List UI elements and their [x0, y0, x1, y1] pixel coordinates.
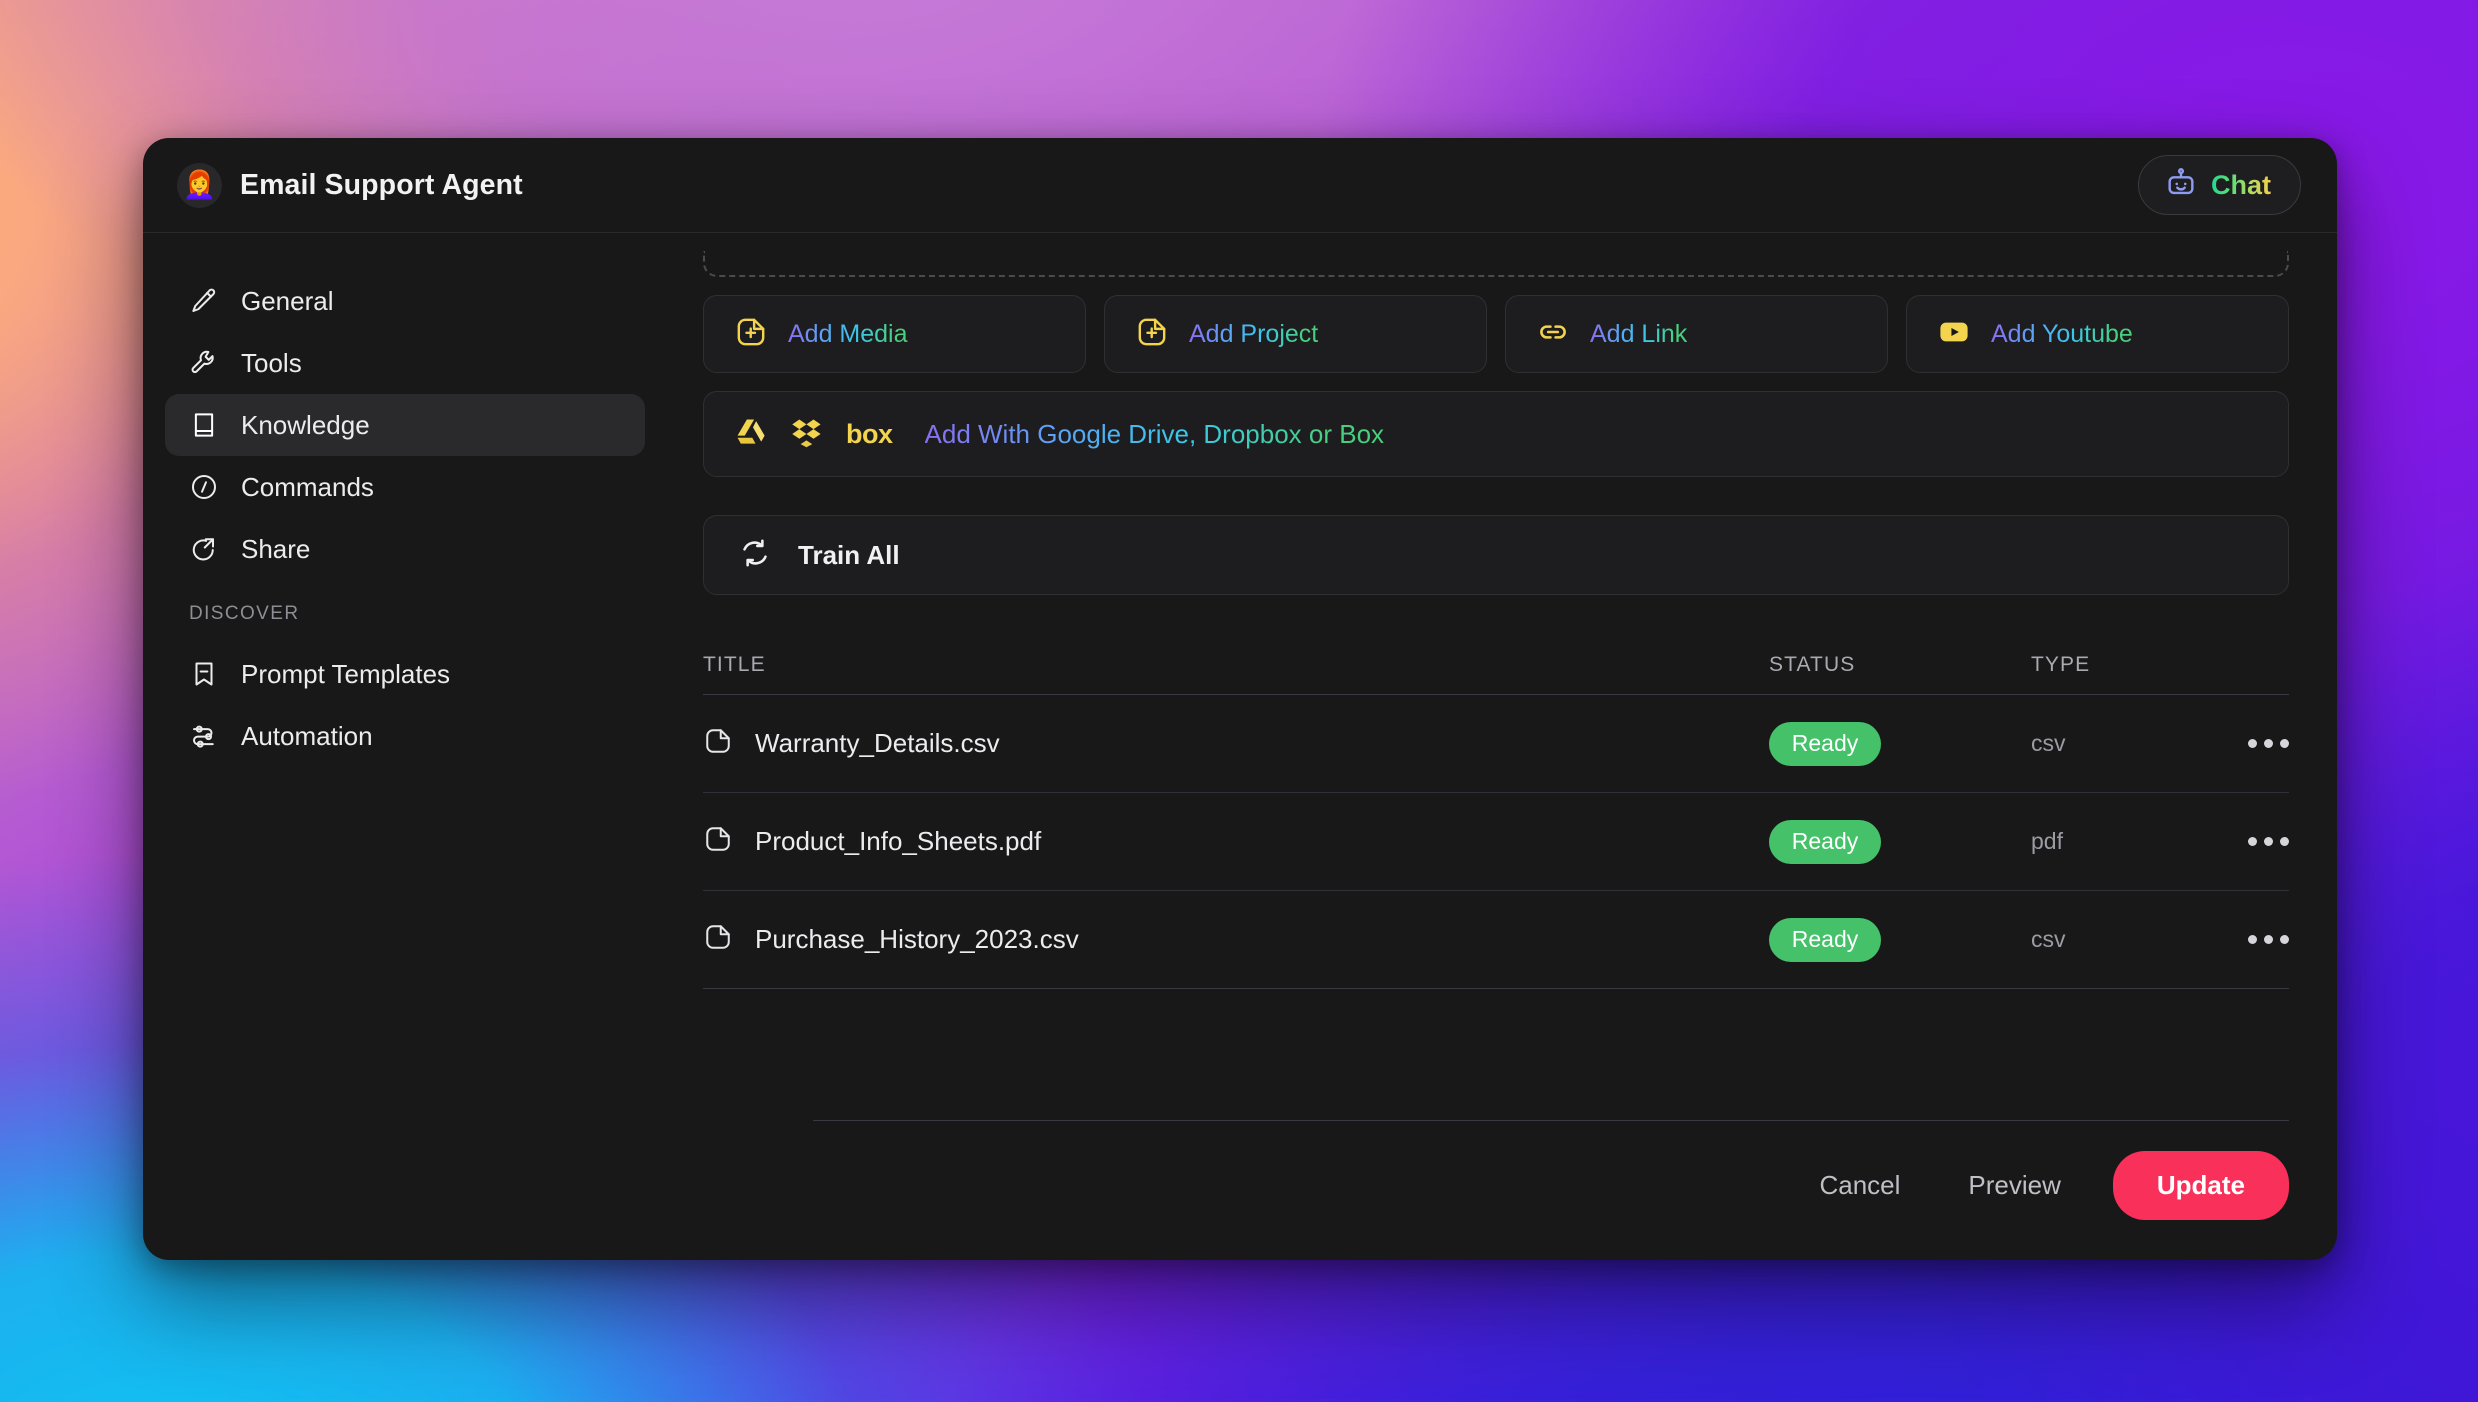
status-cell: Ready	[1769, 918, 2031, 962]
main-content: Add Media Add Project	[667, 233, 2337, 1260]
file-icon	[703, 726, 733, 761]
google-drive-icon	[734, 415, 768, 454]
wrench-icon	[189, 348, 219, 378]
status-badge: Ready	[1769, 820, 1881, 864]
footer-actions: Cancel Preview Update	[813, 1120, 2289, 1260]
row-actions-cell	[2181, 735, 2289, 753]
cloud-storage-label: Add With Google Drive, Dropbox or Box	[925, 419, 1385, 450]
cancel-button[interactable]: Cancel	[1793, 1156, 1926, 1215]
sidebar-item-label: Tools	[241, 348, 302, 379]
knowledge-files-table: TITLE STATUS TYPE Warranty_Details.cs	[703, 649, 2289, 989]
pencil-icon	[189, 286, 219, 316]
sidebar-item-label: Prompt Templates	[241, 659, 450, 690]
avatar: 👩‍🦰	[177, 163, 222, 208]
dropbox-icon	[790, 415, 824, 454]
sidebar-item-label: Share	[241, 534, 310, 565]
train-all-label: Train All	[798, 540, 900, 571]
type-cell: pdf	[2031, 828, 2181, 855]
add-project-label: Add Project	[1189, 320, 1318, 349]
file-icon	[703, 922, 733, 957]
sidebar-item-label: Knowledge	[241, 410, 370, 441]
add-with-cloud-storage-row[interactable]: box Add With Google Drive, Dropbox or Bo…	[703, 391, 2289, 477]
file-icon	[703, 824, 733, 859]
row-actions-cell	[2181, 931, 2289, 949]
status-badge: Ready	[1769, 722, 1881, 766]
sidebar-item-automation[interactable]: Automation	[165, 705, 645, 767]
sidebar: General Tools Knowledge	[143, 233, 667, 1260]
upload-dropzone-edge[interactable]	[703, 251, 2289, 277]
sidebar-item-commands[interactable]: Commands	[165, 456, 645, 518]
robot-icon	[2164, 166, 2198, 205]
sidebar-item-label: Commands	[241, 472, 374, 503]
sidebar-item-prompt-templates[interactable]: Prompt Templates	[165, 643, 645, 705]
table-header-row: TITLE STATUS TYPE	[703, 649, 2289, 695]
sidebar-item-tools[interactable]: Tools	[165, 332, 645, 394]
add-media-label: Add Media	[788, 320, 908, 349]
add-link-label: Add Link	[1590, 320, 1687, 349]
add-media-button[interactable]: Add Media	[703, 295, 1086, 373]
add-youtube-label: Add Youtube	[1991, 320, 2133, 349]
file-plus-icon	[734, 315, 768, 354]
link-icon	[1536, 315, 1570, 354]
share-icon	[189, 534, 219, 564]
update-button[interactable]: Update	[2113, 1151, 2289, 1220]
file-title-cell: Product_Info_Sheets.pdf	[703, 824, 1769, 859]
agent-settings-window: 👩‍🦰 Email Support Agent Chat	[143, 138, 2337, 1260]
type-cell: csv	[2031, 730, 2181, 757]
column-header-status: STATUS	[1769, 653, 2031, 677]
more-options-icon[interactable]	[2181, 837, 2289, 846]
window-body: General Tools Knowledge	[143, 233, 2337, 1260]
page-title: Email Support Agent	[240, 169, 523, 202]
sidebar-section-discover: DISCOVER	[165, 603, 645, 625]
box-icon: box	[846, 419, 893, 450]
sidebar-item-general[interactable]: General	[165, 270, 645, 332]
table-row[interactable]: Warranty_Details.csv Ready csv	[703, 695, 2289, 793]
type-cell: csv	[2031, 926, 2181, 953]
chat-button[interactable]: Chat	[2138, 155, 2301, 215]
book-icon	[189, 410, 219, 440]
add-project-button[interactable]: Add Project	[1104, 295, 1487, 373]
add-link-button[interactable]: Add Link	[1505, 295, 1888, 373]
preview-button[interactable]: Preview	[1942, 1156, 2086, 1215]
sidebar-spacer	[165, 580, 645, 603]
file-name: Warranty_Details.csv	[755, 728, 1000, 759]
refresh-icon	[738, 536, 772, 575]
file-title-cell: Purchase_History_2023.csv	[703, 922, 1769, 957]
source-buttons-row: Add Media Add Project	[703, 295, 2289, 373]
status-cell: Ready	[1769, 820, 2031, 864]
more-options-icon[interactable]	[2181, 739, 2289, 748]
file-title-cell: Warranty_Details.csv	[703, 726, 1769, 761]
sidebar-item-share[interactable]: Share	[165, 518, 645, 580]
file-plus-icon	[1135, 315, 1169, 354]
file-name: Product_Info_Sheets.pdf	[755, 826, 1041, 857]
window-titlebar: 👩‍🦰 Email Support Agent Chat	[143, 138, 2337, 233]
more-options-icon[interactable]	[2181, 935, 2289, 944]
row-actions-cell	[2181, 833, 2289, 851]
status-badge: Ready	[1769, 918, 1881, 962]
youtube-icon	[1937, 315, 1971, 354]
sidebar-item-knowledge[interactable]: Knowledge	[165, 394, 645, 456]
file-name: Purchase_History_2023.csv	[755, 924, 1079, 955]
sidebar-item-label: Automation	[241, 721, 373, 752]
sidebar-item-label: General	[241, 286, 334, 317]
column-header-title: TITLE	[703, 653, 1769, 677]
slash-circle-icon	[189, 472, 219, 502]
table-row[interactable]: Purchase_History_2023.csv Ready csv	[703, 891, 2289, 989]
add-youtube-button[interactable]: Add Youtube	[1906, 295, 2289, 373]
chat-button-label: Chat	[2211, 170, 2271, 201]
train-all-button[interactable]: Train All	[703, 515, 2289, 595]
status-cell: Ready	[1769, 722, 2031, 766]
column-header-type: TYPE	[2031, 653, 2181, 677]
table-row[interactable]: Product_Info_Sheets.pdf Ready pdf	[703, 793, 2289, 891]
sliders-icon	[189, 721, 219, 751]
bookmark-minus-icon	[189, 659, 219, 689]
